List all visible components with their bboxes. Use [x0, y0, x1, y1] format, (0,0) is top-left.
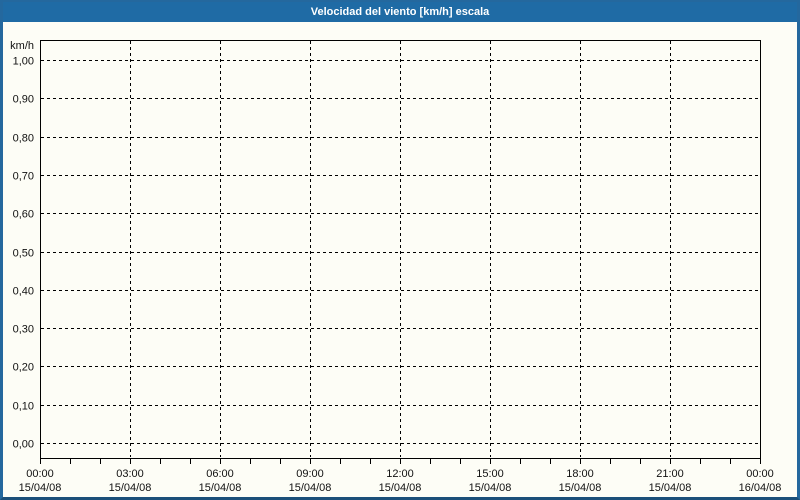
y-tick-label: 0,60 [13, 209, 34, 221]
x-tick-date-label: 15/04/08 [109, 482, 152, 494]
x-tick-date-label: 15/04/08 [289, 482, 332, 494]
x-tick-time-label: 06:00 [206, 468, 234, 480]
y-tick-label: 0,10 [13, 401, 34, 413]
x-tick-time-label: 12:00 [386, 468, 414, 480]
x-tick-date-label: 16/04/08 [739, 482, 782, 494]
x-tick-date-label: 15/04/08 [649, 482, 692, 494]
x-tick-time-label: 18:00 [566, 468, 594, 480]
y-tick-label: 0,90 [13, 94, 34, 106]
y-tick-label: 0,70 [13, 171, 34, 183]
x-tick-time-label: 15:00 [476, 468, 504, 480]
chart-window: Velocidad del viento [km/h] escala 1,00 0… [0, 0, 800, 500]
wind-speed-chart: 1,00 0,90 0,80 0,70 0,60 0,50 0,40 0,30 0,20 0,10… [10, 40, 782, 494]
plot-border [40, 40, 761, 459]
x-tick-time-label: 03:00 [116, 468, 144, 480]
x-tick-date-label: 15/04/08 [559, 482, 602, 494]
chart-title: Velocidad del viento [km/h] escala [310, 6, 490, 18]
x-tick-date-label: 15/04/08 [199, 482, 242, 494]
x-tick-time-label: 21:00 [656, 468, 684, 480]
x-tick-time-label: 09:00 [296, 468, 324, 480]
y-tick-label: 0,50 [13, 248, 34, 260]
y-tick-label: 0,00 [13, 439, 34, 451]
y-axis-unit-label: km/h [10, 40, 34, 52]
y-tick-label: 1,00 [13, 56, 34, 68]
title-bar: Velocidad del viento [km/h] escala [3, 2, 797, 22]
y-tick-label: 0,30 [13, 324, 34, 336]
y-tick-label: 0,80 [13, 133, 34, 145]
x-tick-time-label: 00:00 [26, 468, 54, 480]
x-tick-date-label: 15/04/08 [19, 482, 62, 494]
y-tick-label: 0,20 [13, 362, 34, 374]
x-tick-date-label: 15/04/08 [379, 482, 422, 494]
x-tick-date-label: 15/04/08 [469, 482, 512, 494]
x-tick-time-label: 00:00 [746, 468, 774, 480]
y-tick-label: 0,40 [13, 286, 34, 298]
